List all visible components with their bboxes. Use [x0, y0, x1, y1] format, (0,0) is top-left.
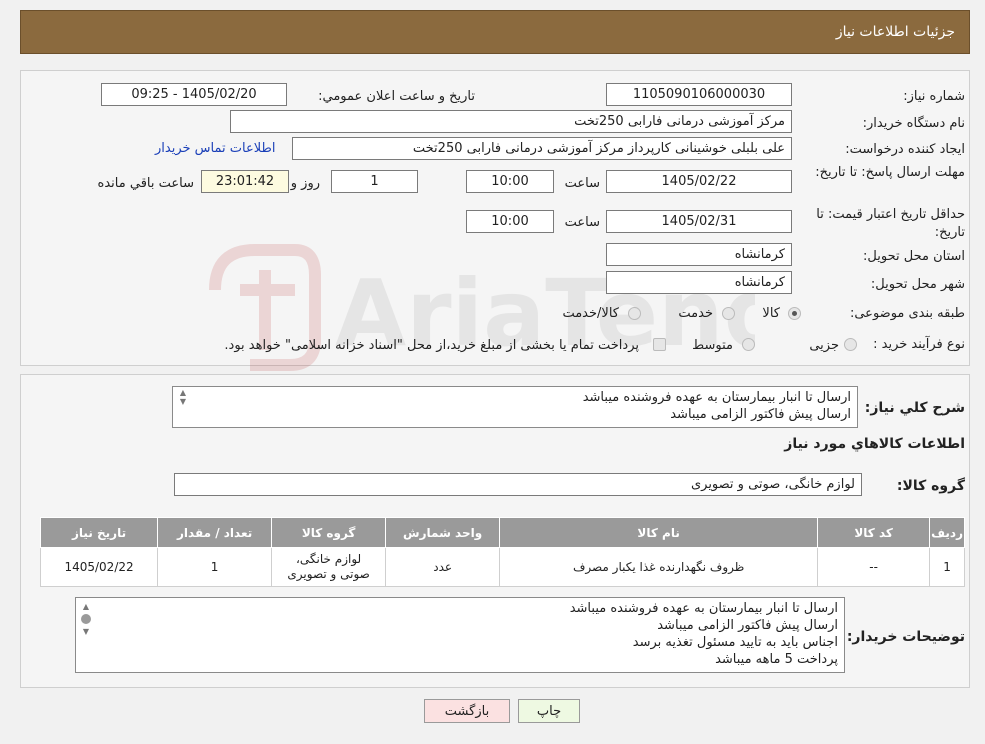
- col-item-code: کد کالا: [817, 517, 931, 548]
- buyer-org-field: مرکز آموزشی درمانی فارابی 250تخت: [230, 110, 792, 133]
- buyer-notes-textarea[interactable]: ارسال تا انبار بیمارستان به عهده فروشنده…: [75, 597, 845, 673]
- remaining-label: ساعت باقي مانده: [97, 176, 194, 191]
- cell-need-date: 1405/02/22: [39, 547, 159, 587]
- process-checkbox-treasury[interactable]: [653, 338, 666, 351]
- goods-table-header: ردیف کد کالا نام کالا واحد شمارش گروه کا…: [39, 517, 965, 548]
- scroll-up-icon[interactable]: ▲: [174, 388, 192, 397]
- reply-deadline-label: مهلت ارسال پاسخ: تا تاریخ:: [815, 165, 965, 180]
- description-line-2: ارسال پیش فاکتور الزامی میباشد: [670, 407, 851, 422]
- description-line-1: ارسال تا انبار بیمارستان به عهده فروشنده…: [582, 390, 851, 405]
- process-label: نوع فرآیند خرید :: [873, 337, 965, 352]
- category-option-service: خدمت: [678, 306, 713, 321]
- process-note: پرداخت تمام یا بخشی از مبلغ خرید،از محل …: [224, 338, 639, 353]
- col-group: گروه کالا: [271, 517, 387, 548]
- col-item-name: نام کالا: [499, 517, 819, 548]
- back-button[interactable]: بازگشت: [424, 699, 510, 723]
- category-radio-goods[interactable]: [788, 307, 801, 320]
- process-option-medium: متوسط: [692, 338, 733, 353]
- days-label: روز و: [290, 176, 320, 191]
- price-validity-date: 1405/02/31: [606, 210, 792, 233]
- scroll-up-icon[interactable]: ▲: [77, 602, 95, 611]
- table-row[interactable]: 1 -- ظروف نگهدارنده غذا یکبار مصرف عدد ل…: [39, 547, 965, 587]
- province-label: استان محل تحویل:: [863, 249, 965, 264]
- col-unit: واحد شمارش: [385, 517, 501, 548]
- col-quantity: تعداد / مقدار: [157, 517, 273, 548]
- goods-table: ردیف کد کالا نام کالا واحد شمارش گروه کا…: [39, 517, 965, 587]
- need-number-field: 1105090106000030: [606, 83, 792, 106]
- buyer-notes-line-2: ارسال پیش فاکتور الزامی میباشد: [657, 618, 838, 633]
- goods-section-title: اطلاعات کالاهاي مورد نياز: [784, 436, 965, 452]
- goods-group-field: لوازم خانگی، صوتی و تصویری: [174, 473, 862, 496]
- announce-field: 1405/02/20 - 09:25: [101, 83, 287, 106]
- description-label: شرح کلي نیاز:: [864, 400, 965, 416]
- buyer-notes-line-3: اجناس باید به تایید مسئول تغذیه برسد: [632, 635, 838, 650]
- process-radio-medium[interactable]: [742, 338, 755, 351]
- need-number-label: شماره نیاز:: [903, 89, 965, 104]
- cell-item-name: ظروف نگهدارنده غذا یکبار مصرف: [499, 547, 819, 587]
- price-time-label: ساعت: [564, 215, 600, 230]
- goods-group-label: گروه کالا:: [896, 478, 965, 494]
- province-field: کرمانشاه: [606, 243, 792, 266]
- category-label: طبقه بندی موضوعی:: [849, 306, 965, 321]
- cell-row-number: 1: [929, 547, 965, 587]
- process-radio-small[interactable]: [844, 338, 857, 351]
- requester-field: علی بلبلی خوشینانی کارپرداز مرکز آموزشی …: [292, 137, 792, 160]
- remaining-time: 23:01:42: [201, 170, 289, 193]
- reply-deadline-time: 10:00: [466, 170, 554, 193]
- reply-time-label: ساعت: [564, 176, 600, 191]
- cell-group: لوازم خانگی، صوتی و تصویری: [271, 547, 387, 587]
- announce-label: تاریخ و ساعت اعلان عمومي:: [318, 89, 475, 104]
- process-option-small: جزیی: [809, 338, 839, 353]
- scroll-thumb[interactable]: [81, 614, 91, 624]
- print-button[interactable]: چاپ: [518, 699, 580, 723]
- buyer-notes-label: توضیحات خریدار:: [846, 629, 965, 645]
- goods-table-wrap: ردیف کد کالا نام کالا واحد شمارش گروه کا…: [39, 517, 965, 587]
- col-row-number: ردیف: [929, 517, 965, 548]
- buyer-notes-line-1: ارسال تا انبار بیمارستان به عهده فروشنده…: [569, 601, 838, 616]
- cell-unit: عدد: [385, 547, 501, 587]
- scroll-down-icon[interactable]: ▼: [174, 397, 192, 406]
- cell-item-code: --: [817, 547, 931, 587]
- buyer-org-label: نام دستگاه خریدار:: [862, 116, 965, 131]
- buyer-contact-link[interactable]: اطلاعات تماس خریدار: [155, 141, 275, 156]
- category-option-goods: کالا: [762, 306, 780, 321]
- requester-label: ایجاد کننده درخواست:: [845, 142, 965, 157]
- category-option-both: کالا/خدمت: [562, 306, 619, 321]
- page-title: جزئیات اطلاعات نیاز: [835, 24, 955, 40]
- category-radio-both[interactable]: [628, 307, 641, 320]
- reply-deadline-date: 1405/02/22: [606, 170, 792, 193]
- city-label: شهر محل تحویل:: [870, 277, 965, 292]
- remaining-days: 1: [331, 170, 418, 193]
- description-scrollbar[interactable]: ▲ ▼: [174, 388, 192, 406]
- price-validity-label: حداقل تاریخ اعتبار قیمت: تا تاریخ:: [816, 207, 965, 240]
- price-validity-time: 10:00: [466, 210, 554, 233]
- cell-quantity: 1: [157, 547, 273, 587]
- category-radio-service[interactable]: [722, 307, 735, 320]
- description-textarea[interactable]: ارسال تا انبار بیمارستان به عهده فروشنده…: [172, 386, 858, 428]
- buyer-notes-line-4: پرداخت 5 ماهه میباشد: [715, 652, 838, 667]
- city-field: کرمانشاه: [606, 271, 792, 294]
- col-need-date: تاریخ نیاز: [39, 517, 159, 548]
- page-header: جزئیات اطلاعات نیاز: [20, 10, 970, 54]
- scroll-down-icon[interactable]: ▼: [77, 627, 95, 636]
- buyer-notes-scrollbar[interactable]: ▲ ▼: [77, 602, 95, 636]
